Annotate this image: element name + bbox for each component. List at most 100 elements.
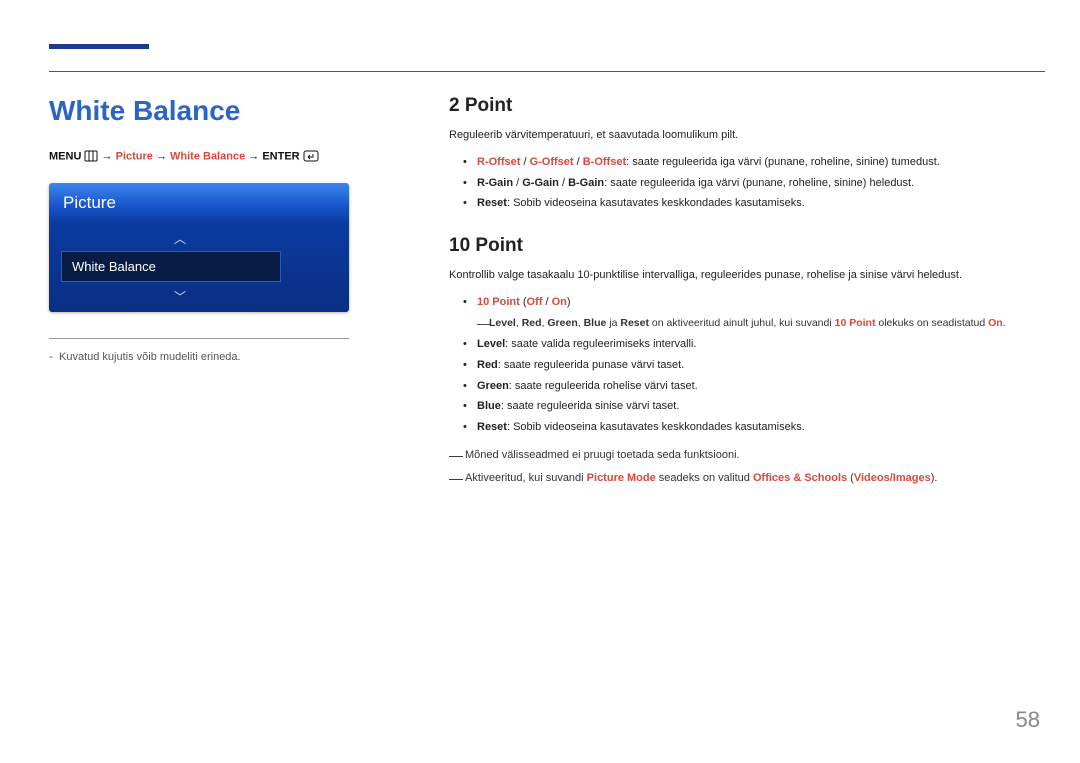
- section-title: White Balance: [49, 95, 389, 127]
- enter-icon: [303, 149, 319, 164]
- term: Reset: [620, 317, 649, 329]
- osd-header-label: Picture: [63, 193, 116, 212]
- breadcrumb-white-balance: White Balance: [170, 151, 245, 163]
- term: Reset: [477, 197, 507, 209]
- term: Picture Mode: [587, 472, 656, 484]
- sep: /: [513, 177, 522, 189]
- term: Level: [477, 338, 505, 350]
- term: B-Offset: [583, 156, 626, 168]
- term: B-Gain: [568, 177, 604, 189]
- term: G-Offset: [530, 156, 574, 168]
- desc: : saate reguleerida sinise värvi taset.: [501, 400, 680, 412]
- paren: ): [567, 296, 571, 308]
- menu-path: MENU → Picture → White Balance → ENTER: [49, 149, 389, 165]
- list-item: 10 Point (Off / On): [463, 294, 1015, 312]
- list-item: R-Gain / G-Gain / B-Gain: saate reguleer…: [463, 175, 1015, 193]
- list-item: Level: saate valida reguleerimiseks inte…: [463, 336, 1015, 354]
- list-item: R-Offset / G-Offset / B-Offset: saate re…: [463, 154, 1015, 172]
- term: 10 Point: [835, 317, 876, 329]
- osd-item-white-balance[interactable]: White Balance: [61, 251, 281, 282]
- text: Aktiveeritud, kui suvandi: [465, 472, 587, 484]
- desc: : saate reguleerida iga värvi (punane, r…: [626, 156, 940, 168]
- list-item: Green: saate reguleerida rohelise värvi …: [463, 378, 1015, 396]
- desc: : saate valida reguleerimiseks intervall…: [505, 338, 696, 350]
- desc: : Sobib videoseina kasutavates keskkonda…: [507, 421, 805, 433]
- subsection-10point-list: 10 Point (Off / On): [463, 294, 1015, 312]
- footnote-text: Kuvatud kujutis võib mudeliti erineda.: [59, 351, 241, 363]
- activation-note: ― Level, Red, Green, Blue ja Reset on ak…: [477, 315, 1015, 333]
- breadcrumb-picture: Picture: [116, 151, 153, 163]
- footnote: - Kuvatud kujutis võib mudeliti erineda.: [49, 349, 389, 366]
- list-item: Reset: Sobib videoseina kasutavates kesk…: [463, 195, 1015, 213]
- text: Mõned välisseadmed ei pruugi toetada sed…: [465, 449, 740, 461]
- desc: : saate reguleerida rohelise värvi taset…: [509, 380, 698, 392]
- list-item: Reset: Sobib videoseina kasutavates kesk…: [463, 419, 1015, 437]
- sep: /: [574, 156, 583, 168]
- osd-body: ︿ White Balance ﹀: [49, 223, 349, 312]
- subsection-10point-sublist: Level: saate valida reguleerimiseks inte…: [463, 336, 1015, 436]
- term: 10 Point: [477, 296, 520, 308]
- term: R-Offset: [477, 156, 520, 168]
- term: Green: [547, 317, 577, 329]
- subsection-10point-title: 10 Point: [449, 235, 1015, 257]
- paren: ).: [931, 472, 938, 484]
- text: olekuks on seadistatud: [875, 317, 988, 329]
- left-column: White Balance MENU → Picture → White Bal…: [49, 95, 389, 728]
- subsection-2point-intro: Reguleerib värvitemperatuuri, et saavuta…: [449, 127, 1015, 144]
- term: Reset: [477, 421, 507, 433]
- text: seadeks on valitud: [656, 472, 753, 484]
- footnote-dash: -: [49, 349, 53, 366]
- menu-icon: [84, 149, 98, 164]
- list-item: Red: saate reguleerida punase värvi tase…: [463, 357, 1015, 375]
- osd-item-label: White Balance: [72, 259, 156, 274]
- term: Offices & Schools: [753, 472, 847, 484]
- note-dash: ―: [449, 467, 463, 491]
- subsection-10point-intro: Kontrollib valge tasakaalu 10-punktilise…: [449, 267, 1015, 284]
- right-column: 2 Point Reguleerib värvitemperatuuri, et…: [449, 95, 1045, 728]
- note-dash: ―: [449, 444, 463, 468]
- sep: /: [559, 177, 568, 189]
- paren: (: [520, 296, 527, 308]
- desc: : Sobib videoseina kasutavates keskkonda…: [507, 197, 805, 209]
- subsection-2point-title: 2 Point: [449, 95, 1015, 117]
- sep: /: [520, 156, 529, 168]
- page-top-rule: [49, 44, 1045, 72]
- osd-panel: Picture ︿ White Balance ﹀: [49, 183, 349, 312]
- trailing-note-1: ― Mõned välisseadmed ei pruugi toetada s…: [449, 446, 1015, 465]
- page-top-accent: [49, 44, 149, 49]
- text: ja: [606, 317, 620, 329]
- trailing-note-2: ― Aktiveeritud, kui suvandi Picture Mode…: [449, 469, 1015, 488]
- text: .: [1003, 317, 1006, 329]
- page-number: 58: [1016, 707, 1040, 733]
- term: Green: [477, 380, 509, 392]
- osd-header: Picture: [49, 183, 349, 223]
- footnote-separator: [49, 338, 349, 339]
- term: Level: [489, 317, 516, 329]
- term: Blue: [477, 400, 501, 412]
- desc: : saate reguleerida punase värvi taset.: [498, 359, 685, 371]
- page-content: White Balance MENU → Picture → White Bal…: [49, 95, 1045, 728]
- arrow: →: [248, 151, 259, 163]
- note-dash: ―: [477, 313, 490, 335]
- term: On: [988, 317, 1003, 329]
- term: Red: [522, 317, 542, 329]
- term: G-Gain: [522, 177, 559, 189]
- option: Off: [527, 296, 543, 308]
- sep: /: [542, 296, 551, 308]
- caret-up-icon[interactable]: ︿: [174, 230, 186, 247]
- term: Red: [477, 359, 498, 371]
- menu-label: MENU: [49, 151, 81, 163]
- desc: : saate reguleerida iga värvi (punane, r…: [604, 177, 914, 189]
- term: Blue: [584, 317, 607, 329]
- caret-down-icon[interactable]: ﹀: [174, 288, 186, 305]
- text: on aktiveeritud ainult juhul, kui suvand…: [649, 317, 835, 329]
- list-item: Blue: saate reguleerida sinise värvi tas…: [463, 398, 1015, 416]
- arrow: →: [102, 151, 113, 163]
- enter-label: ENTER: [262, 151, 299, 163]
- option: On: [552, 296, 567, 308]
- paren: (: [847, 472, 854, 484]
- subsection-2point-list: R-Offset / G-Offset / B-Offset: saate re…: [463, 154, 1015, 213]
- term: Videos/Images: [854, 472, 931, 484]
- term: R-Gain: [477, 177, 513, 189]
- arrow: →: [156, 151, 167, 163]
